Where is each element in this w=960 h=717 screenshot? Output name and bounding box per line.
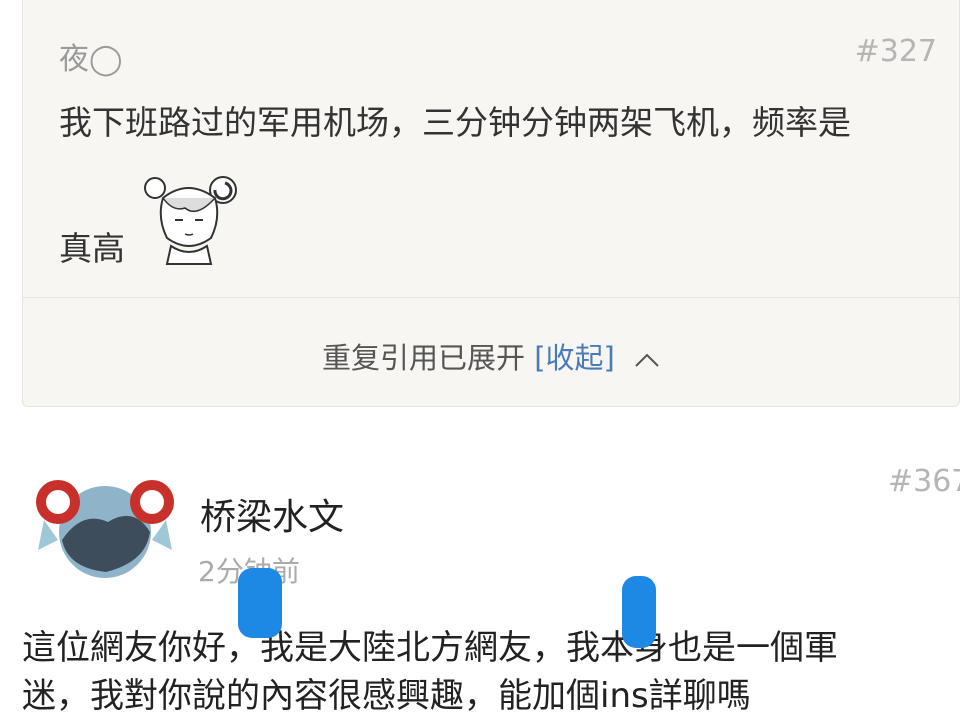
redaction-mark [238, 568, 282, 638]
expand-row[interactable]: 重复引用已展开 [收起] [23, 335, 959, 377]
divider [23, 297, 959, 298]
quote-card: 夜◯ #327 我下班路过的军用机场，三分钟分钟两架飞机，频率是 真高 重复引用… [22, 0, 960, 407]
reply-text-line1: 這位網友你好，我是大陸北方網友，我本身也是一個軍 [22, 628, 838, 668]
redaction-mark [622, 576, 656, 648]
reply-username[interactable]: 桥梁水文 [200, 488, 344, 540]
avatar-icon[interactable] [30, 462, 180, 587]
reply-floor-number: #367 [888, 464, 960, 499]
quote-username[interactable]: 夜◯ [59, 34, 123, 78]
collapse-link[interactable]: [收起] [534, 341, 615, 375]
sticker-icon [144, 176, 237, 265]
quote-floor-number: #327 [854, 34, 937, 69]
quote-text-line2: 真高 [59, 229, 125, 268]
expand-text: 重复引用已展开 [321, 341, 525, 375]
chevron-up-icon[interactable] [634, 352, 660, 368]
quote-text-line1: 我下班路过的军用机场，三分钟分钟两架飞机，频率是 [59, 103, 851, 142]
reply-text-line2: 迷，我對你說的內容很感興趣，能加個ins詳聊嗎 [22, 676, 751, 716]
